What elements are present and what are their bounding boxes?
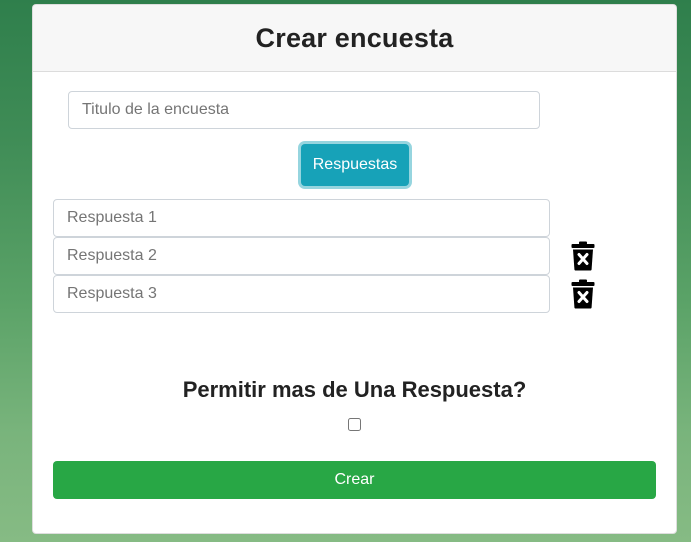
poll-title-input[interactable] [68, 91, 540, 129]
multiple-answers-question: Permitir mas de Una Respuesta? [182, 377, 527, 402]
trash-x-icon[interactable] [571, 279, 595, 309]
answer-input-3[interactable] [53, 275, 550, 313]
trash-x-icon[interactable] [571, 241, 595, 271]
answer-input-1[interactable] [53, 199, 550, 237]
answer-input-2[interactable] [53, 237, 550, 275]
multiple-answers-checkbox[interactable] [348, 418, 361, 431]
page-title: Crear encuesta [255, 22, 454, 53]
create-button[interactable]: Crear [53, 461, 656, 499]
answers-button[interactable]: Respuestas [301, 144, 409, 186]
create-poll-card: Crear encuesta Respuestas Permitir mas d… [32, 4, 677, 534]
card-header: Crear encuesta [33, 5, 676, 72]
